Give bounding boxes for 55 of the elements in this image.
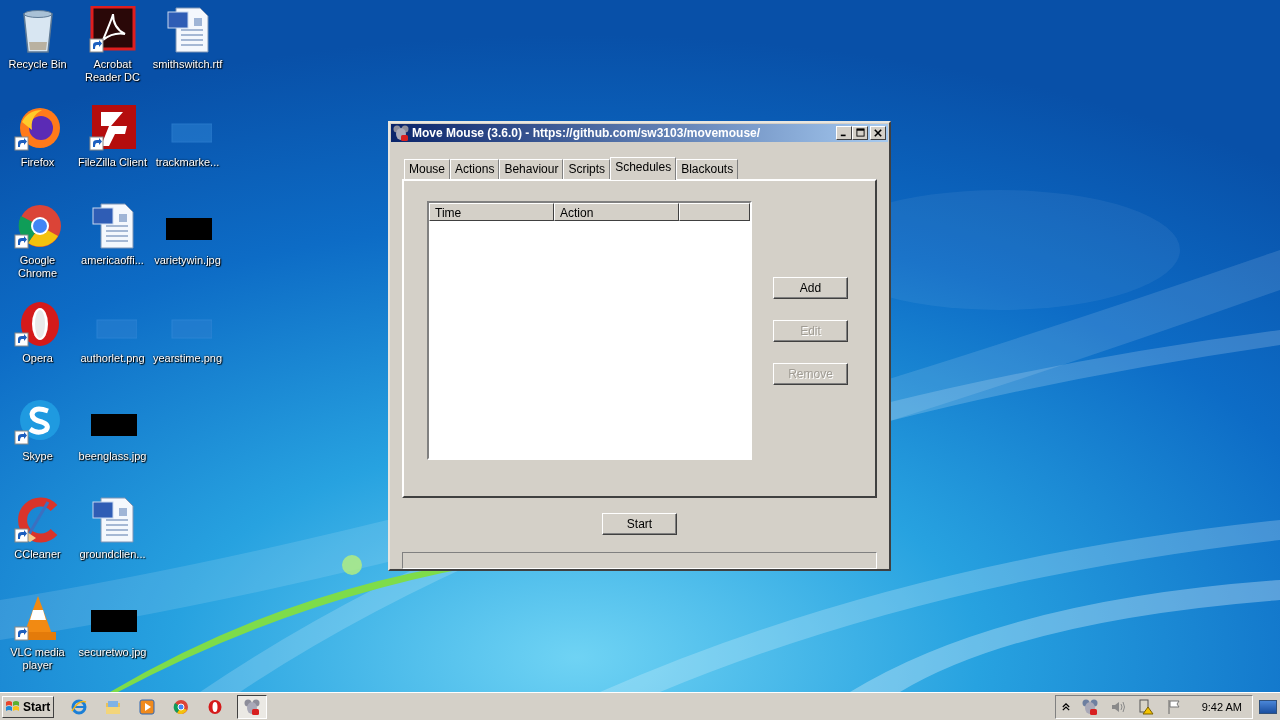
schedule-list[interactable]: Time Action [427, 200, 752, 460]
maximize-button[interactable] [852, 125, 868, 140]
desktop-icon-label: FileZilla Client [77, 156, 148, 169]
tab[interactable]: Actions [450, 158, 500, 179]
tab[interactable]: Blackouts [676, 158, 739, 179]
tab[interactable]: Scripts [563, 158, 611, 179]
media-player-icon[interactable] [139, 698, 155, 715]
desktop-icon-label: americaoffi... [81, 254, 144, 267]
dialog-button[interactable]: Add [773, 276, 848, 299]
mouse-app-icon [393, 124, 409, 141]
tab[interactable]: Schedules [610, 156, 677, 180]
window-title: Move Mouse (3.6.0) - https://github.com/sw3103/movemouse/ [412, 125, 762, 140]
mouse-app-icon[interactable] [1081, 698, 1098, 715]
tab[interactable]: Mouse [404, 158, 451, 179]
close-icon [874, 128, 882, 137]
network-warning-icon[interactable] [1137, 698, 1154, 715]
desktop-icon-label: beenglass.jpg [78, 450, 147, 463]
opera-icon[interactable] [207, 698, 223, 715]
taskbar-button[interactable] [237, 694, 267, 719]
desktop-icon-label: smithswitch.rtf [152, 58, 223, 71]
desktop-icon-label: Acrobat Reader DC [84, 58, 141, 84]
filezilla-icon[interactable] [88, 104, 137, 152]
desktop-icon-label: yearstime.png [152, 352, 223, 365]
minimize-button[interactable] [836, 125, 852, 140]
maximize-icon [855, 128, 865, 138]
desktop-icon-label: varietywin.jpg [154, 254, 221, 267]
close-button[interactable] [870, 125, 886, 140]
start-button[interactable]: Start [602, 513, 677, 536]
desktop-icon-label: VLC media player [9, 646, 66, 672]
tab[interactable]: Behaviour [499, 158, 564, 179]
flag-icon[interactable] [1165, 698, 1182, 715]
desktop-icon-label: trackmarke... [155, 156, 220, 169]
chevron-up-icon[interactable] [1061, 702, 1070, 711]
chrome-icon[interactable] [13, 202, 62, 250]
desktop-icon-label: authorlet.png [80, 352, 145, 365]
column-header[interactable]: Time [429, 202, 554, 221]
desktop-icon-label: groundclien... [79, 548, 146, 561]
internet-explorer-icon[interactable] [71, 698, 87, 715]
mouse-app-icon[interactable] [244, 698, 260, 715]
desktop-icon-label: Skype [22, 450, 53, 463]
desktop-icon-label: Opera [22, 352, 53, 365]
desktop-icon-label: Google Chrome [16, 254, 59, 280]
column-header[interactable]: Action [554, 202, 679, 221]
desktop-icon-label: Recycle Bin [8, 58, 67, 71]
acrobat-icon[interactable] [88, 6, 137, 54]
chrome-icon[interactable] [173, 698, 189, 715]
show-desktop-button[interactable] [1259, 699, 1277, 714]
start-menu-button[interactable]: Start [2, 695, 54, 718]
skype-icon[interactable] [13, 398, 62, 446]
column-header[interactable] [679, 202, 750, 221]
desktop-icon-label: securetwo.jpg [78, 646, 147, 659]
opera-icon[interactable] [13, 300, 62, 348]
desktop-icon-label: Firefox [20, 156, 55, 169]
desktop-icon-label: CCleaner [14, 548, 61, 561]
clock[interactable]: 9:42 AM [1201, 700, 1242, 713]
